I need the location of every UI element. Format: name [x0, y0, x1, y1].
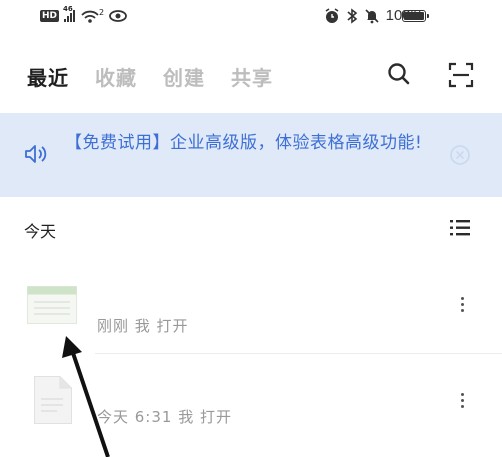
file-open-time: 刚刚 我 打开 — [97, 317, 189, 335]
mute-icon — [365, 8, 379, 23]
promo-text: 【免费试用】企业高级版，体验表格高级功能! — [65, 133, 423, 153]
more-options-icon[interactable] — [461, 297, 465, 315]
status-bar: HD 46 2 100% — [0, 0, 502, 34]
close-circle-icon[interactable] — [449, 144, 471, 166]
tab-shared[interactable]: 共享 — [231, 62, 273, 91]
tab-created[interactable]: 创建 — [163, 62, 205, 91]
list-item[interactable]: 今天 6:31 我 打开 — [0, 354, 502, 454]
file-open-time: 今天 6:31 我 打开 — [97, 408, 232, 426]
tab-recent[interactable]: 最近 — [27, 62, 69, 91]
cellular-signal-icon: 46 — [63, 5, 76, 22]
alarm-icon — [325, 7, 339, 23]
bluetooth-icon — [347, 7, 357, 24]
speaker-icon — [25, 145, 47, 163]
more-options-icon[interactable] — [461, 393, 465, 411]
search-icon[interactable] — [387, 62, 411, 86]
promo-banner[interactable]: 【免费试用】企业高级版，体验表格高级功能! — [0, 113, 502, 197]
scan-icon[interactable] — [448, 62, 474, 88]
list-item[interactable]: 刚刚 我 打开 — [0, 270, 502, 354]
wifi-icon — [81, 10, 99, 23]
network-type: 46 — [63, 5, 73, 13]
tab-favorites[interactable]: 收藏 — [95, 62, 137, 91]
hd-badge: HD — [40, 10, 60, 22]
status-left: HD 46 2 — [40, 5, 128, 24]
battery-icon — [402, 10, 429, 22]
document-file-icon — [34, 376, 72, 424]
spreadsheet-file-icon — [27, 286, 77, 324]
tab-bar: 最近 收藏 创建 共享 — [27, 62, 273, 91]
section-today-title: 今天 — [24, 222, 57, 241]
wifi-superscript: 2 — [99, 7, 105, 17]
list-view-icon[interactable] — [450, 219, 470, 237]
eye-icon — [109, 10, 128, 22]
